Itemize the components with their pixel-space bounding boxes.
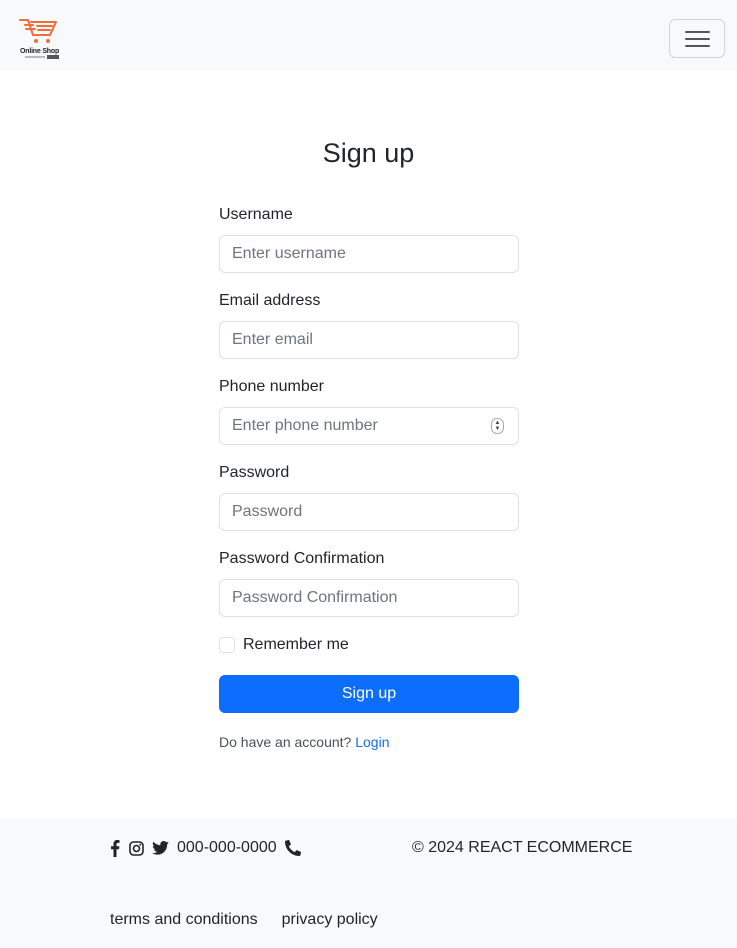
terms-and-conditions-link[interactable]: terms and conditions [110,911,258,929]
password-label: Password [219,464,290,481]
privacy-policy-link[interactable]: privacy policy [282,911,378,929]
login-link[interactable]: Login [355,734,389,750]
username-input[interactable] [219,235,519,273]
signup-submit-button[interactable]: Sign up [219,675,519,713]
brand-logo-link[interactable]: Online Shop [17,16,63,62]
hamburger-menu-icon [685,31,710,33]
instagram-icon[interactable] [129,839,144,857]
login-prompt-text: Do have an account? [219,734,352,750]
twitter-icon[interactable] [152,839,169,857]
phone-label: Phone number [219,378,324,395]
email-label: Email address [219,292,321,309]
email-input[interactable] [219,321,519,359]
password-confirmation-input[interactable] [219,579,519,617]
copyright-text: © 2024 REACT ECOMMERCE [412,839,633,856]
remember-me-checkbox[interactable] [219,637,235,653]
page-title: Sign up [322,138,415,168]
facebook-icon[interactable] [110,839,120,857]
footer-phone-number: 000-000-0000 [177,839,277,856]
username-label: Username [219,206,293,223]
phone-input[interactable] [219,407,519,445]
brand-name: Online Shop [20,48,60,55]
password-confirmation-label: Password Confirmation [219,550,385,567]
shopping-cart-icon [19,19,57,43]
login-prompt: Do have an account? Login [219,734,389,750]
social-links: 000-000-0000 [110,838,301,858]
remember-me-label[interactable]: Remember me [243,636,349,654]
footer-links: terms and conditions privacy policy [110,911,378,929]
navbar: Online Shop [0,0,737,70]
phone-icon[interactable] [284,839,301,857]
password-input[interactable] [219,493,519,531]
number-spinner-icon[interactable]: ▲ ▼ [491,418,504,434]
hamburger-menu-icon-bar [685,38,710,40]
hamburger-menu-icon-bar [685,45,710,47]
navbar-toggler-button[interactable] [669,19,725,58]
brand-tagline-badge [47,55,59,59]
footer: 000-000-0000 © 2024 REACT ECOMMERCE term… [0,819,737,948]
brand-tagline-line [25,56,45,58]
